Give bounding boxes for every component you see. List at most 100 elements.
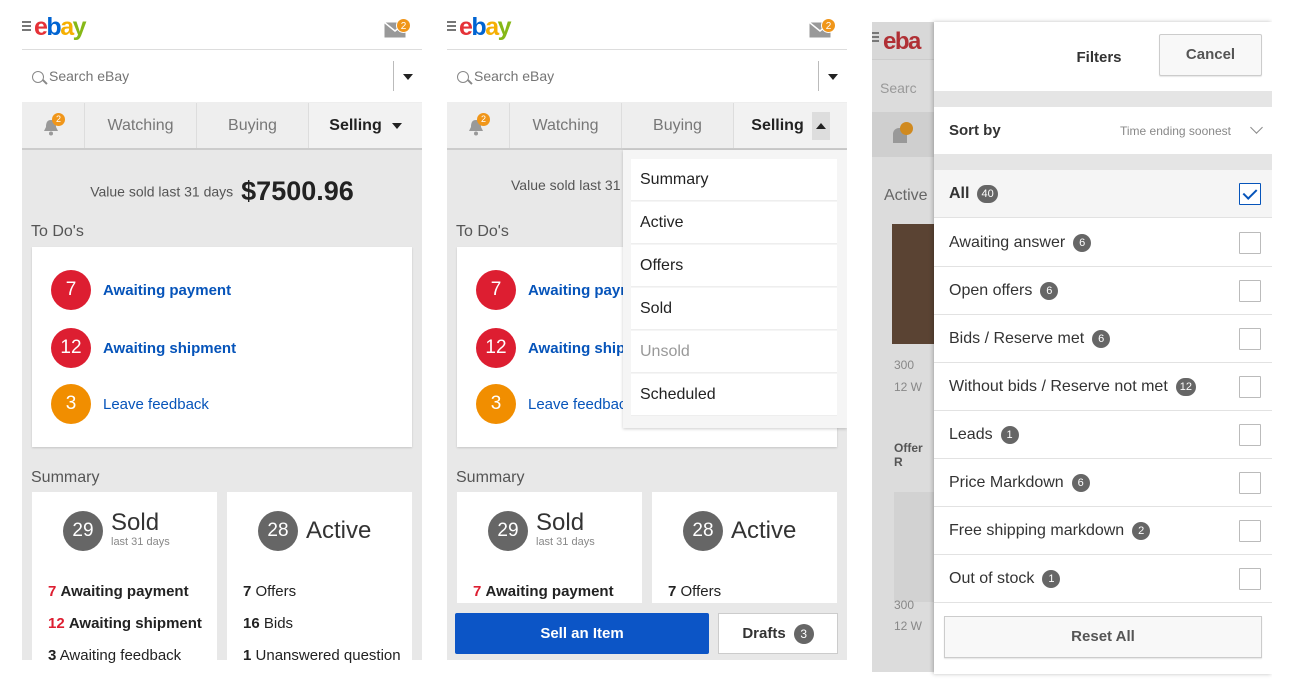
search-input[interactable] — [474, 68, 804, 84]
menu-item-offers[interactable]: Offers — [631, 245, 837, 287]
filter-row[interactable]: Leads 1 — [934, 411, 1272, 459]
filter-row[interactable]: Price Markdown 6 — [934, 459, 1272, 507]
count-badge: 7 — [476, 270, 516, 310]
sell-item-button[interactable]: Sell an Item — [455, 613, 709, 654]
cancel-button[interactable]: Cancel — [1159, 34, 1262, 76]
filter-checkbox[interactable] — [1239, 232, 1261, 254]
filter-row[interactable]: Out of stock 1 — [934, 555, 1272, 603]
todo-link[interactable]: Awaiting paym — [528, 282, 634, 299]
ebay-logo: eba — [883, 28, 921, 55]
top-bar: ebay 2 — [447, 0, 847, 50]
item-thumbnail — [892, 224, 934, 344]
active-line[interactable]: 1 Unanswered question — [243, 647, 401, 664]
tab-notifications[interactable]: 2 — [447, 103, 510, 148]
chevron-down-icon[interactable] — [403, 74, 413, 80]
chevron-down-icon — [1250, 121, 1263, 134]
todo-awaiting-shipment[interactable]: 12 Awaiting ship — [476, 328, 625, 368]
filter-row[interactable]: Awaiting answer 6 — [934, 219, 1272, 267]
todo-link[interactable]: Leave feedbac — [528, 396, 626, 413]
tab-selling-label: Selling — [751, 117, 804, 134]
menu-item-summary[interactable]: Summary — [631, 159, 837, 201]
menu-item-scheduled[interactable]: Scheduled — [631, 374, 837, 416]
sold-line[interactable]: 7 Awaiting payment — [48, 583, 189, 600]
filter-checkbox[interactable] — [1239, 328, 1261, 350]
todo-leave-feedback[interactable]: 3 Leave feedbac — [476, 384, 626, 424]
todo-link[interactable]: Awaiting payment — [103, 282, 231, 299]
filter-checkbox[interactable] — [1239, 183, 1261, 205]
sold-line[interactable]: 7 Awaiting payment — [473, 583, 614, 600]
todo-awaiting-payment[interactable]: 7 Awaiting paym — [476, 270, 634, 310]
sort-label: Sort by — [949, 122, 1001, 139]
menu-item-active[interactable]: Active — [631, 202, 837, 244]
menu-icon[interactable] — [447, 21, 456, 33]
sort-by-row[interactable]: Sort by Time ending soonest — [934, 107, 1272, 154]
line-count: 7 — [473, 583, 482, 600]
chevron-down-icon[interactable] — [828, 74, 838, 80]
todo-leave-feedback[interactable]: 3 Leave feedback — [51, 384, 209, 424]
tab-buying[interactable]: Buying — [197, 103, 309, 148]
filter-checkbox[interactable] — [1239, 424, 1261, 446]
chevron-up-icon[interactable] — [811, 111, 830, 140]
todo-awaiting-payment[interactable]: 7 Awaiting payment — [51, 270, 231, 310]
todo-link[interactable]: Leave feedback — [103, 396, 209, 413]
summary-heading: Summary — [31, 469, 100, 486]
line-label: Offers — [680, 583, 722, 600]
filter-row[interactable]: Without bids / Reserve not met 12 — [934, 363, 1272, 411]
todo-card: 7 Awaiting payment 12 Awaiting shipment 3L… — [32, 247, 412, 447]
ebay-logo[interactable]: ebay — [34, 15, 87, 40]
todo-awaiting-shipment[interactable]: 12 Awaiting shipment — [51, 328, 236, 368]
tab-selling[interactable]: Selling — [309, 103, 422, 148]
tab-bar: 2 Watching Buying Selling — [447, 103, 847, 150]
filter-checkbox[interactable] — [1239, 568, 1261, 590]
filter-count-badge: 1 — [1000, 426, 1019, 444]
count-badge: 12 — [476, 328, 516, 368]
filter-checkbox[interactable] — [1239, 520, 1261, 542]
active-card[interactable]: 28 Active 7 Offers 16 Bids 1 Unanswered q… — [227, 492, 412, 672]
sort-value: Time ending soonest — [1120, 124, 1231, 138]
filter-label: Out of stock 1 — [949, 570, 1061, 588]
tab-selling[interactable]: Selling — [734, 103, 847, 148]
selling-dropdown-menu: Summary Active Offers Sold Unsold Schedu… — [623, 150, 847, 428]
filter-checkbox[interactable] — [1239, 376, 1261, 398]
menu-icon[interactable] — [22, 21, 31, 33]
search-icon — [32, 71, 44, 83]
filter-row[interactable]: Bids / Reserve met 6 — [934, 315, 1272, 363]
filter-label: Leads 1 — [949, 426, 1019, 444]
notification-badge: 2 — [52, 113, 65, 126]
tab-notifications[interactable]: 2 — [22, 103, 85, 148]
filter-count-badge: 6 — [1040, 282, 1059, 300]
search-input[interactable] — [49, 68, 379, 84]
count-badge: 12 — [51, 328, 91, 368]
filter-label-text: Out of stock — [949, 570, 1035, 587]
drafts-count: 3 — [793, 624, 814, 644]
filter-checkbox[interactable] — [1239, 280, 1261, 302]
sold-line[interactable]: 3 Awaiting feedback — [48, 647, 181, 664]
active-line[interactable]: 7 Offers — [243, 583, 296, 600]
tab-watching[interactable]: Watching — [85, 103, 197, 148]
reset-all-button[interactable]: Reset All — [944, 616, 1262, 658]
filter-label: Awaiting answer 6 — [949, 234, 1092, 252]
drafts-button[interactable]: Drafts 3 — [718, 613, 838, 654]
todo-link[interactable]: Awaiting shipment — [103, 340, 236, 357]
filter-row[interactable]: All 40 — [934, 170, 1272, 218]
notification-badge: 2 — [477, 113, 490, 126]
sold-card[interactable]: 29 Sold last 31 days 7 Awaiting payment 12… — [32, 492, 217, 672]
views-fragment: 12 W — [894, 619, 923, 633]
filter-checkbox[interactable] — [1239, 472, 1261, 494]
active-line[interactable]: 16 Bids — [243, 615, 293, 632]
menu-item-sold[interactable]: Sold — [631, 288, 837, 330]
sold-count: 29 — [63, 511, 103, 551]
sold-title: Sold — [536, 508, 585, 536]
todo-link[interactable]: Awaiting ship — [528, 340, 625, 357]
sold-line[interactable]: 12 Awaiting shipment — [48, 615, 202, 632]
filter-label: All 40 — [949, 185, 998, 203]
ebay-logo[interactable]: ebay — [459, 15, 512, 40]
filter-row[interactable]: Free shipping markdown 2 — [934, 507, 1272, 555]
search-icon — [457, 71, 469, 83]
tab-buying[interactable]: Buying — [622, 103, 734, 148]
line-count: 3 — [48, 647, 57, 664]
bottom-action-bar: Sell an Item Drafts 3 — [447, 603, 847, 660]
filter-row[interactable]: Open offers 6 — [934, 267, 1272, 315]
active-line[interactable]: 7 Offers — [668, 583, 721, 600]
tab-watching[interactable]: Watching — [510, 103, 622, 148]
